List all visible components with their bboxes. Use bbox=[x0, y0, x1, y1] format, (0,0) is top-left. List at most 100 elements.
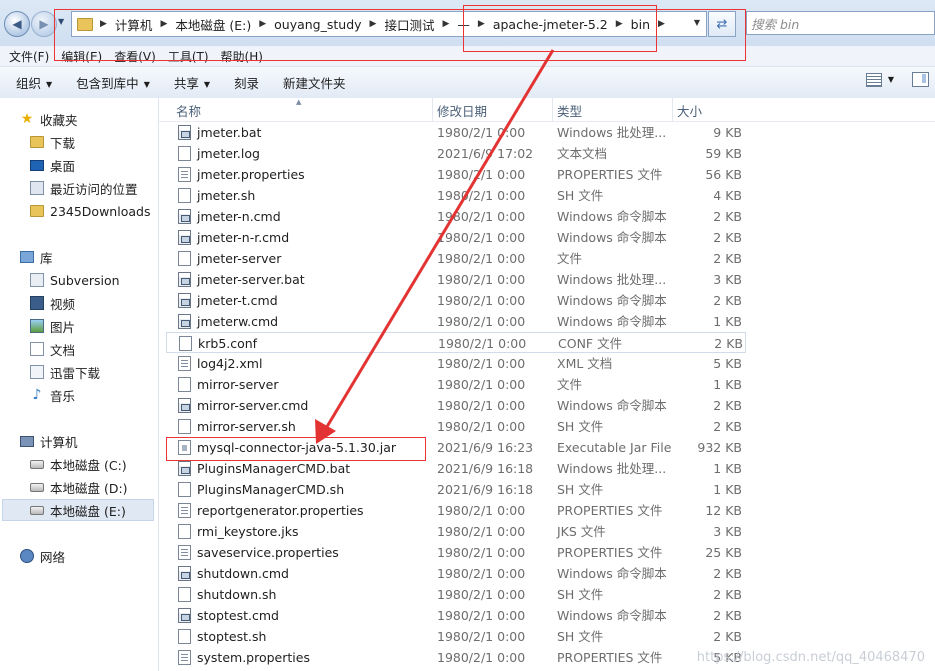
nav-item-videos[interactable]: 视频 bbox=[30, 292, 75, 314]
file-row[interactable]: jmeter.log 2021/6/9 17:02 文本文档 59 KB bbox=[166, 143, 746, 164]
nav-favorites[interactable]: ★ 收藏夹 bbox=[20, 108, 78, 130]
new-folder-button[interactable]: 新建文件夹 bbox=[267, 73, 354, 92]
organize-button[interactable]: 组织 ▼ bbox=[0, 73, 60, 92]
file-row[interactable]: log4j2.xml 1980/2/1 0:00 XML 文档 5 KB bbox=[166, 353, 746, 374]
file-row[interactable]: jmeterw.cmd 1980/2/1 0:00 Windows 命令脚本 1 KB bbox=[166, 311, 746, 332]
address-bar-row: ◀ ▶ ▼ ▶ 计算机 ▶ 本地磁盘 (E:) ▶ ouyang_study ▶… bbox=[0, 0, 935, 46]
nav-item-downloads[interactable]: 下载 bbox=[30, 131, 75, 153]
file-row[interactable]: jmeter.properties 1980/2/1 0:00 PROPERTIES… bbox=[166, 164, 746, 185]
file-row[interactable]: jmeter-n.cmd 1980/2/1 0:00 Windows 命令脚本 2 K… bbox=[166, 206, 746, 227]
file-date: 1980/2/1 0:00 bbox=[437, 167, 526, 182]
nav-libraries[interactable]: 库 bbox=[20, 246, 53, 268]
file-row[interactable]: mirror-server.sh 1980/2/1 0:00 SH 文件 2 KB bbox=[166, 416, 746, 437]
file-bat-icon bbox=[178, 461, 191, 476]
library-icon bbox=[20, 251, 34, 263]
chevron-right-icon[interactable]: ▶ bbox=[256, 19, 269, 29]
file-name: log4j2.xml bbox=[197, 356, 263, 371]
refresh-button[interactable]: ⇄ bbox=[708, 11, 736, 37]
breadcrumb-item[interactable]: bin bbox=[626, 17, 655, 32]
menu-tools[interactable]: 工具(T) bbox=[159, 48, 209, 65]
chevron-right-icon[interactable]: ▶ bbox=[439, 19, 452, 29]
nav-item-recent[interactable]: 最近访问的位置 bbox=[30, 177, 138, 199]
menu-edit[interactable]: 编辑(E) bbox=[52, 48, 102, 65]
forward-button[interactable]: ▶ bbox=[31, 11, 57, 37]
column-date-header[interactable]: 修改日期 bbox=[433, 98, 553, 121]
file-row[interactable]: system.properties 1980/2/1 0:00 PROPERTIES… bbox=[166, 647, 746, 668]
breadcrumb-item[interactable]: apache-jmeter-5.2 bbox=[488, 17, 613, 32]
nav-item-2345downloads[interactable]: 2345Downloads bbox=[30, 200, 150, 222]
chevron-right-icon[interactable]: ▶ bbox=[613, 19, 626, 29]
preview-pane-icon[interactable] bbox=[912, 72, 929, 87]
chevron-right-icon[interactable]: ▶ bbox=[655, 19, 668, 29]
file-row[interactable]: PluginsManagerCMD.bat 2021/6/9 16:18 Windo… bbox=[166, 458, 746, 479]
file-row[interactable]: mysql-connector-java-5.1.30.jar 2021/6/9 … bbox=[166, 437, 746, 458]
file-date: 1980/2/1 0:00 bbox=[437, 293, 526, 308]
file-row[interactable]: shutdown.sh 1980/2/1 0:00 SH 文件 2 KB bbox=[166, 584, 746, 605]
nav-item-xunlei[interactable]: 迅雷下载 bbox=[30, 361, 100, 383]
chevron-right-icon[interactable]: ▶ bbox=[367, 19, 380, 29]
file-row[interactable]: stoptest.sh 1980/2/1 0:00 SH 文件 2 KB bbox=[166, 626, 746, 647]
chevron-right-icon[interactable]: ▶ bbox=[475, 19, 488, 29]
menu-view[interactable]: 查看(V) bbox=[105, 48, 156, 65]
nav-item-documents[interactable]: 文档 bbox=[30, 338, 75, 360]
breadcrumb[interactable]: ▶ 计算机 ▶ 本地磁盘 (E:) ▶ ouyang_study ▶ 接口测试 … bbox=[71, 11, 707, 37]
nav-item-desktop[interactable]: 桌面 bbox=[30, 154, 75, 176]
nav-item-drive-d[interactable]: 本地磁盘 (D:) bbox=[30, 476, 128, 498]
chevron-down-icon[interactable]: ▼ bbox=[888, 75, 894, 84]
file-row[interactable]: saveservice.properties 1980/2/1 0:00 PROPE… bbox=[166, 542, 746, 563]
file-cmd-icon bbox=[178, 608, 191, 623]
history-dropdown-icon[interactable]: ▼ bbox=[58, 17, 64, 26]
back-button[interactable]: ◀ bbox=[4, 11, 30, 37]
file-date: 1980/2/1 0:00 bbox=[437, 608, 526, 623]
chevron-right-icon[interactable]: ▶ bbox=[157, 19, 170, 29]
breadcrumb-item[interactable]: 计算机 bbox=[110, 15, 158, 34]
file-size: 25 KB bbox=[705, 545, 742, 560]
nav-network[interactable]: 网络 bbox=[20, 545, 65, 567]
file-date: 1980/2/1 0:00 bbox=[437, 545, 526, 560]
file-row[interactable]: stoptest.cmd 1980/2/1 0:00 Windows 命令脚本 2 K… bbox=[166, 605, 746, 626]
search-input[interactable]: 搜索 bin bbox=[746, 11, 935, 35]
breadcrumb-item[interactable]: 接口测试 bbox=[379, 15, 439, 34]
nav-item-drive-c[interactable]: 本地磁盘 (C:) bbox=[30, 453, 127, 475]
file-row[interactable]: jmeter-n-r.cmd 1980/2/1 0:00 Windows 命令脚本 2… bbox=[166, 227, 746, 248]
menu-file[interactable]: 文件(F) bbox=[0, 48, 49, 65]
column-type-header[interactable]: 类型 bbox=[553, 98, 673, 121]
file-size: 1 KB bbox=[713, 314, 742, 329]
search-placeholder: 搜索 bin bbox=[751, 16, 800, 32]
details-view-icon[interactable] bbox=[865, 72, 882, 87]
file-row[interactable]: rmi_keystore.jks 1980/2/1 0:00 JKS 文件 3 KB bbox=[166, 521, 746, 542]
file-row[interactable]: jmeter-server 1980/2/1 0:00 文件 2 KB bbox=[166, 248, 746, 269]
file-row[interactable]: mirror-server.cmd 1980/2/1 0:00 Windows 命令… bbox=[166, 395, 746, 416]
file-row[interactable]: jmeter-t.cmd 1980/2/1 0:00 Windows 命令脚本 2 K… bbox=[166, 290, 746, 311]
nav-computer[interactable]: 计算机 bbox=[20, 430, 78, 452]
file-size: 932 KB bbox=[697, 440, 742, 455]
file-row[interactable]: krb5.conf 1980/2/1 0:00 CONF 文件 2 KB bbox=[166, 332, 746, 353]
file-row[interactable]: mirror-server 1980/2/1 0:00 文件 1 KB bbox=[166, 374, 746, 395]
file-size: 2 KB bbox=[713, 608, 742, 623]
file-row[interactable]: PluginsManagerCMD.sh 2021/6/9 16:18 SH 文件 1… bbox=[166, 479, 746, 500]
breadcrumb-item[interactable]: 本地磁盘 (E:) bbox=[170, 15, 256, 34]
file-date: 1980/2/1 0:00 bbox=[437, 125, 526, 140]
breadcrumb-item[interactable]: — bbox=[452, 17, 475, 32]
file-row[interactable]: shutdown.cmd 1980/2/1 0:00 Windows 命令脚本 2 K… bbox=[166, 563, 746, 584]
include-in-library-button[interactable]: 包含到库中 ▼ bbox=[60, 73, 158, 92]
share-button[interactable]: 共享 ▼ bbox=[158, 73, 218, 92]
breadcrumb-item[interactable]: ouyang_study bbox=[269, 17, 366, 32]
file-date: 1980/2/1 0:00 bbox=[437, 356, 526, 371]
chevron-right-icon[interactable]: ▶ bbox=[97, 19, 110, 29]
nav-item-drive-e[interactable]: 本地磁盘 (E:) bbox=[2, 499, 154, 521]
file-size: 2 KB bbox=[713, 209, 742, 224]
nav-item-pictures[interactable]: 图片 bbox=[30, 315, 75, 337]
menu-help[interactable]: 帮助(H) bbox=[212, 48, 263, 65]
file-row[interactable]: jmeter.sh 1980/2/1 0:00 SH 文件 4 KB bbox=[166, 185, 746, 206]
nav-item-subversion[interactable]: Subversion bbox=[30, 269, 120, 291]
file-row[interactable]: reportgenerator.properties 1980/2/1 0:00 P… bbox=[166, 500, 746, 521]
column-size-header[interactable]: 大小 bbox=[673, 98, 743, 121]
file-row[interactable]: jmeter.bat 1980/2/1 0:00 Windows 批处理... 9 K… bbox=[166, 122, 746, 143]
nav-item-music[interactable]: ♪ 音乐 bbox=[30, 384, 75, 406]
file-type: 文件 bbox=[557, 251, 583, 266]
column-name-header[interactable]: 名称 bbox=[172, 98, 433, 121]
burn-button[interactable]: 刻录 bbox=[218, 73, 267, 92]
file-row[interactable]: jmeter-server.bat 1980/2/1 0:00 Windows 批处… bbox=[166, 269, 746, 290]
chevron-down-icon[interactable]: ▼ bbox=[694, 18, 700, 27]
